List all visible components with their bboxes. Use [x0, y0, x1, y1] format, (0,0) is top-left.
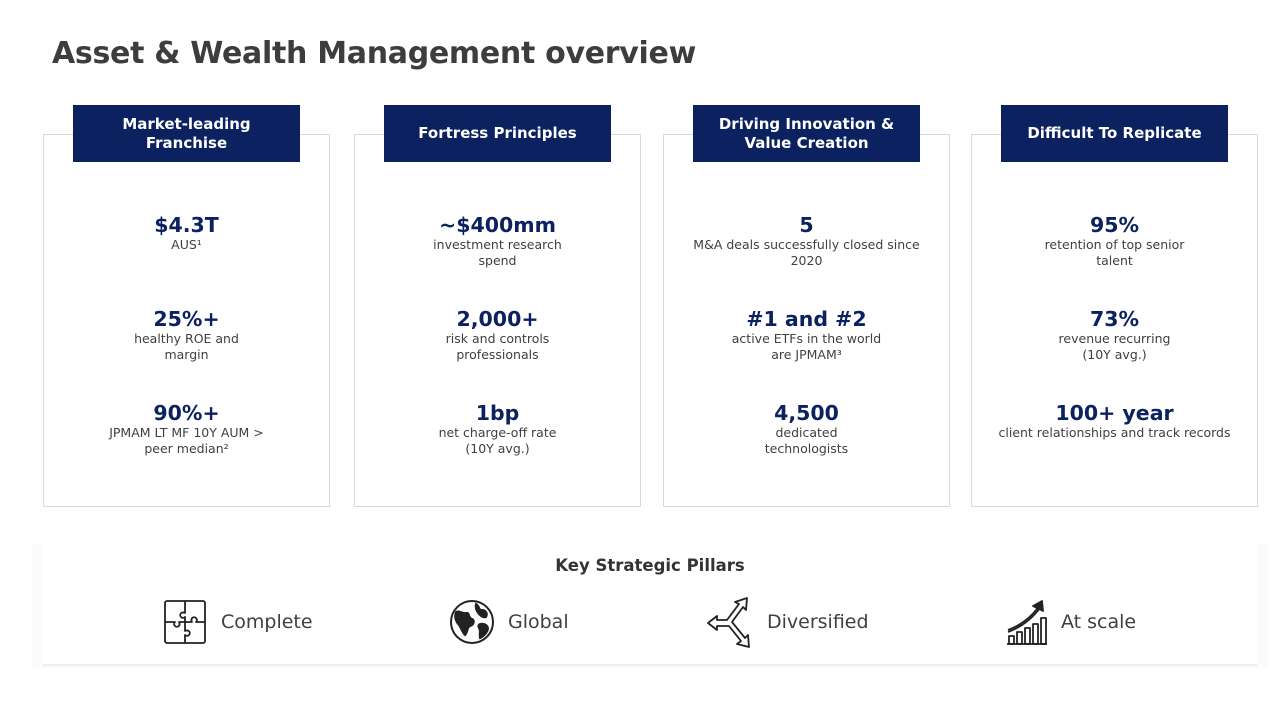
- stat-block: $4.3T AUS¹: [44, 213, 329, 253]
- pillar-label: Diversified: [767, 611, 869, 633]
- stat-description: retention of top senior talent: [1044, 237, 1185, 268]
- stat-value: 100+ year: [1055, 401, 1174, 425]
- stat-block: 95% retention of top senior talent: [972, 213, 1257, 269]
- stat-description: healthy ROE and margin: [134, 331, 239, 362]
- stat-description: M&A deals successfully closed since 2020: [693, 237, 920, 268]
- stat-block: 4,500 dedicated technologists: [664, 401, 949, 457]
- globe-icon: [448, 598, 496, 646]
- stat-block: 100+ year client relationships and track…: [972, 401, 1257, 441]
- stat-value: 1bp: [475, 401, 520, 425]
- card-driving-innovation: Driving Innovation & Value Creation 5 M&…: [663, 105, 950, 507]
- stat-description: net charge-off rate (10Y avg.): [438, 425, 557, 456]
- stat-value: 5: [799, 213, 814, 237]
- stat-value: ~$400mm: [439, 213, 556, 237]
- stat-description: JPMAM LT MF 10Y AUM > peer median²: [109, 425, 264, 456]
- strategic-pillars-panel: Key Strategic Pillars Complete Global Di…: [32, 544, 1268, 668]
- pillar-label: Global: [508, 611, 569, 633]
- stat-value: 95%: [1089, 213, 1140, 237]
- stat-block: 5 M&A deals successfully closed since 20…: [664, 213, 949, 269]
- stat-value: $4.3T: [154, 213, 219, 237]
- stat-value: 2,000+: [456, 307, 539, 331]
- card-header: Driving Innovation & Value Creation: [693, 105, 920, 162]
- stat-block: 73% revenue recurring (10Y avg.): [972, 307, 1257, 363]
- page-title: Asset & Wealth Management overview: [52, 36, 696, 71]
- puzzle-icon: [163, 597, 209, 647]
- stat-block: 1bp net charge-off rate (10Y avg.): [355, 401, 640, 457]
- pillar-label: Complete: [221, 611, 313, 633]
- pillars-title: Key Strategic Pillars: [555, 556, 745, 575]
- card-header: Fortress Principles: [384, 105, 611, 162]
- three-arrows-icon: [705, 594, 755, 650]
- stat-value: 25%+: [153, 307, 220, 331]
- stat-description: active ETFs in the world are JPMAM³: [731, 331, 882, 362]
- pillar-diversified: Diversified: [705, 594, 869, 650]
- card-header: Market-leading Franchise: [73, 105, 300, 162]
- card-fortress-principles: Fortress Principles ~$400mm investment r…: [354, 105, 641, 507]
- card-difficult-to-replicate: Difficult To Replicate 95% retention of …: [971, 105, 1258, 507]
- stat-block: 2,000+ risk and controls professionals: [355, 307, 640, 363]
- stat-block: #1 and #2 active ETFs in the world are J…: [664, 307, 949, 363]
- pillar-complete: Complete: [163, 594, 313, 650]
- growth-chart-icon: [1005, 598, 1049, 646]
- stat-block: ~$400mm investment research spend: [355, 213, 640, 269]
- stat-description: dedicated technologists: [764, 425, 849, 456]
- stat-value: 90%+: [153, 401, 220, 425]
- stat-description: investment research spend: [433, 237, 562, 268]
- stat-block: 90%+ JPMAM LT MF 10Y AUM > peer median²: [44, 401, 329, 457]
- stat-value: 73%: [1089, 307, 1140, 331]
- stat-description: AUS¹: [171, 237, 202, 252]
- pillar-label: At scale: [1061, 611, 1137, 633]
- stat-description: client relationships and track records: [998, 425, 1231, 440]
- stat-value: #1 and #2: [746, 307, 867, 331]
- pillar-global: Global: [448, 594, 569, 650]
- stat-value: 4,500: [774, 401, 839, 425]
- card-header: Difficult To Replicate: [1001, 105, 1228, 162]
- card-market-leading-franchise: Market-leading Franchise $4.3T AUS¹ 25%+…: [43, 105, 330, 507]
- stat-description: revenue recurring (10Y avg.): [1058, 331, 1171, 362]
- stat-block: 25%+ healthy ROE and margin: [44, 307, 329, 363]
- stat-description: risk and controls professionals: [445, 331, 550, 362]
- pillar-at-scale: At scale: [1005, 594, 1136, 650]
